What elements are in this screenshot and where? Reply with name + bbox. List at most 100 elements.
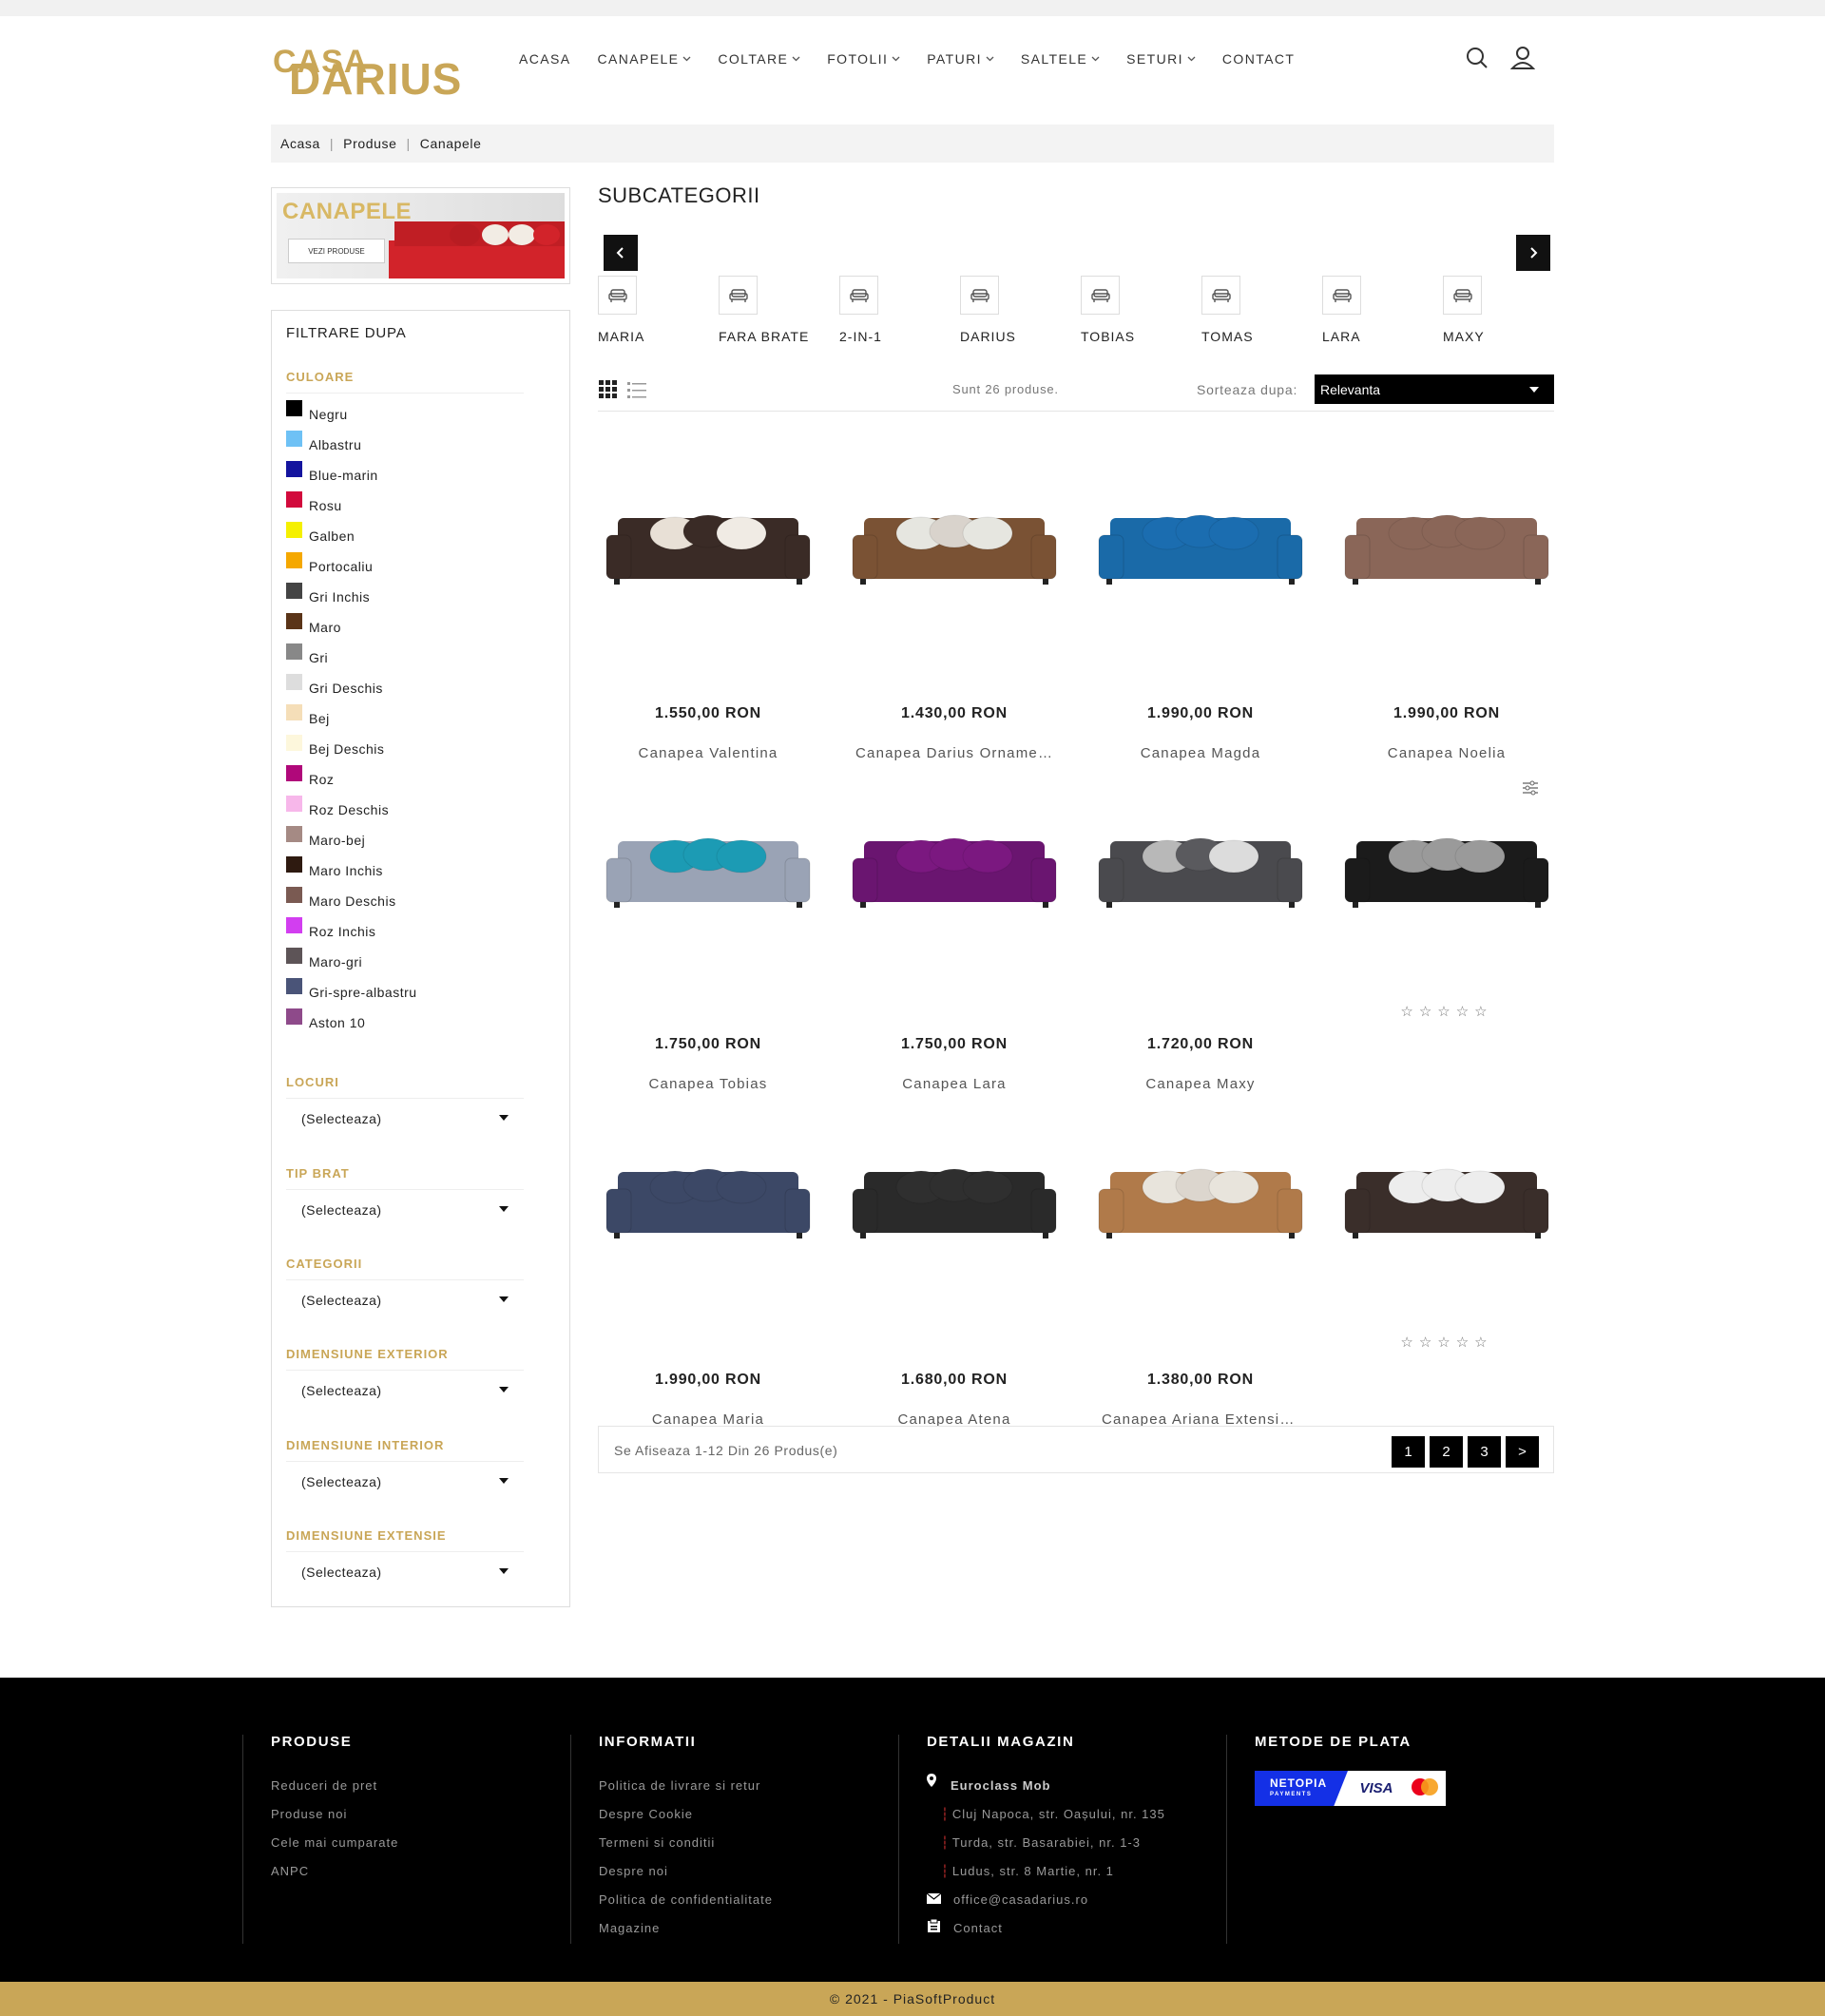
product-card[interactable]: 1.550,00 RON Canapea Valentina (598, 447, 818, 761)
footer-link[interactable]: Cele mai cumparate (271, 1835, 398, 1850)
product-name[interactable]: Canapea Noelia (1336, 745, 1557, 761)
product-image[interactable] (1090, 447, 1311, 637)
product-image[interactable] (1336, 770, 1557, 960)
product-card[interactable]: 1.990,00 RON Canapea Magda (1090, 447, 1311, 761)
product-card[interactable]: 1.990,00 RON Canapea Noelia (1336, 447, 1557, 761)
category-banner[interactable]: CANAPELE VEZI PRODUSE (271, 187, 570, 284)
subcategory-label[interactable]: 2-IN-1 (839, 329, 882, 344)
footer-link[interactable]: Produse noi (271, 1807, 347, 1821)
color-option[interactable]: Maro Deschis (286, 887, 396, 909)
subcategory-label[interactable]: LARA (1322, 329, 1361, 344)
carousel-prev-button[interactable] (604, 235, 638, 271)
product-image[interactable] (598, 770, 818, 960)
banner-button[interactable]: VEZI PRODUSE (288, 239, 385, 263)
site-logo[interactable]: CASA DARIUS (273, 44, 461, 104)
carousel-next-button[interactable] (1516, 235, 1550, 271)
footer-link[interactable]: Reduceri de pret (271, 1778, 377, 1793)
product-card[interactable]: 1.990,00 RON Canapea Maria (598, 1101, 818, 1428)
product-image[interactable] (1336, 1101, 1557, 1291)
filter-select[interactable]: (Selecteaza) (286, 1555, 543, 1589)
color-option[interactable]: Maro Inchis (286, 856, 383, 878)
product-image[interactable] (598, 1101, 818, 1291)
color-option[interactable]: Albastru (286, 431, 361, 452)
product-name[interactable]: Canapea Magda (1090, 745, 1311, 761)
sofa-icon[interactable] (1081, 276, 1120, 315)
sofa-icon[interactable] (960, 276, 999, 315)
store-contact-link[interactable]: Contact (953, 1921, 1003, 1935)
footer-link[interactable]: ANPC (271, 1864, 309, 1878)
color-option[interactable]: Gri (286, 643, 328, 665)
product-name[interactable]: Canapea Lara (844, 1076, 1065, 1092)
filter-select[interactable]: (Selecteaza) (286, 1102, 543, 1136)
color-option[interactable]: Maro-bej (286, 826, 365, 848)
color-option[interactable]: Gri-spre-albastru (286, 978, 417, 1000)
product-image[interactable] (1090, 770, 1311, 960)
product-image[interactable] (844, 1101, 1065, 1291)
nav-item-canapele[interactable]: CANAPELE (597, 49, 691, 68)
nav-item-saltele[interactable]: SALTELE (1021, 49, 1100, 68)
color-option[interactable]: Aston 10 (286, 1008, 365, 1030)
page-button-3[interactable]: 3 (1468, 1436, 1501, 1468)
nav-item-seturi[interactable]: SETURI (1126, 49, 1196, 68)
color-option[interactable]: Bej Deschis (286, 735, 384, 757)
sliders-icon[interactable] (1521, 778, 1540, 797)
color-option[interactable]: Roz Inchis (286, 917, 375, 939)
product-card[interactable]: 1.720,00 RON Canapea Maxy (1090, 770, 1311, 1092)
filter-select[interactable]: (Selecteaza) (286, 1283, 543, 1317)
sofa-icon[interactable] (1201, 276, 1240, 315)
footer-link[interactable]: Termeni si conditii (599, 1835, 715, 1850)
nav-item-contact[interactable]: CONTACT (1222, 49, 1295, 68)
product-name[interactable]: Canapea Valentina (598, 745, 818, 761)
footer-link[interactable]: Despre Cookie (599, 1807, 693, 1821)
subcategory-label[interactable]: MARIA (598, 329, 644, 344)
product-card[interactable] (1336, 1101, 1557, 1348)
subcategory-label[interactable]: MAXY (1443, 329, 1485, 344)
color-option[interactable]: Galben (286, 522, 355, 544)
product-name[interactable]: Canapea Tobias (598, 1076, 818, 1092)
next-page-button[interactable]: > (1506, 1436, 1539, 1468)
subcategory-label[interactable]: TOMAS (1201, 329, 1254, 344)
color-option[interactable]: Gri Deschis (286, 674, 383, 696)
footer-link[interactable]: Politica de livrare si retur (599, 1778, 760, 1793)
product-image[interactable] (1090, 1101, 1311, 1291)
product-image[interactable] (844, 447, 1065, 637)
sofa-icon[interactable] (839, 276, 878, 315)
page-button-1[interactable]: 1 (1392, 1436, 1425, 1468)
filter-select[interactable]: (Selecteaza) (286, 1193, 543, 1227)
breadcrumb-item[interactable]: Produse (343, 136, 396, 151)
color-option[interactable]: Blue-marin (286, 461, 378, 483)
color-option[interactable]: Rosu (286, 491, 342, 513)
nav-item-coltare[interactable]: COLTARE (718, 49, 800, 68)
product-card[interactable] (1336, 770, 1557, 1017)
color-option[interactable]: Portocaliu (286, 552, 373, 574)
sofa-icon[interactable] (598, 276, 637, 315)
subcategory-label[interactable]: DARIUS (960, 329, 1016, 344)
product-name[interactable]: Canapea Maxy (1090, 1076, 1311, 1092)
color-option[interactable]: Roz Deschis (286, 796, 389, 817)
product-card[interactable]: 1.680,00 RON Canapea Atena (844, 1101, 1065, 1428)
color-option[interactable]: Gri Inchis (286, 583, 370, 605)
product-card[interactable]: 1.750,00 RON Canapea Tobias (598, 770, 818, 1092)
product-image[interactable] (1336, 447, 1557, 637)
color-option[interactable]: Maro-gri (286, 948, 362, 970)
sort-select[interactable]: Relevanta (1315, 374, 1554, 404)
filter-select[interactable]: (Selecteaza) (286, 1373, 543, 1408)
subcategory-label[interactable]: FARA BRATE (719, 329, 809, 344)
product-card[interactable]: 1.380,00 RON Canapea Ariana Extensibila (1090, 1101, 1311, 1428)
product-card[interactable]: 1.750,00 RON Canapea Lara (844, 770, 1065, 1092)
footer-link[interactable]: Politica de confidentialitate (599, 1892, 773, 1907)
product-image[interactable] (598, 447, 818, 637)
product-card[interactable]: 1.430,00 RON Canapea Darius Ornamente (844, 447, 1065, 761)
subcategory-label[interactable]: TOBIAS (1081, 329, 1135, 344)
store-email[interactable]: office@casadarius.ro (953, 1892, 1088, 1907)
list-view-icon[interactable] (627, 380, 646, 399)
nav-item-acasa[interactable]: ACASA (519, 49, 570, 68)
footer-link[interactable]: Magazine (599, 1921, 660, 1935)
filter-select[interactable]: (Selecteaza) (286, 1465, 543, 1499)
sofa-icon[interactable] (719, 276, 758, 315)
sofa-icon[interactable] (1322, 276, 1361, 315)
product-name[interactable]: Canapea Darius Ornamente (844, 745, 1065, 761)
color-option[interactable]: Negru (286, 400, 348, 422)
grid-view-icon[interactable] (599, 380, 618, 399)
nav-item-paturi[interactable]: PATURI (927, 49, 994, 68)
